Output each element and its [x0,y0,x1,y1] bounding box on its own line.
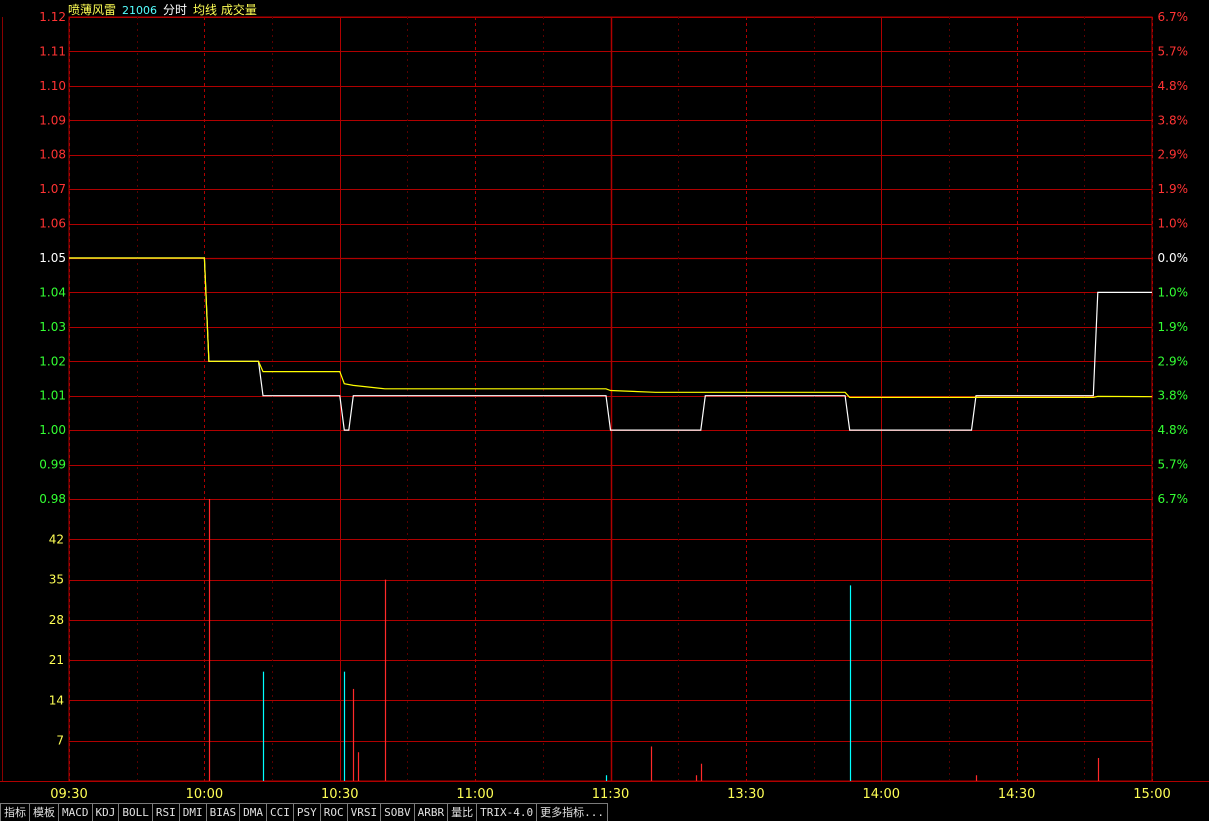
indicator-tab[interactable]: MACD [59,803,93,821]
chart-header: 喷薄风雷 21006 分时 均线 成交量 [68,1,263,18]
time-tick-label: 13:30 [727,787,764,802]
percent-tick-label: 6.7% [1158,492,1189,506]
indicator-tab[interactable]: BIAS [206,803,241,821]
percent-tick-label: 1.9% [1158,182,1189,196]
price-tick-label: 1.05 [39,251,66,265]
percent-axis: 6.7% 5.7% 4.8% 3.8% 2.9% 1.9% 1.0% 0.0% 1.0% 1.9%… [1158,10,1189,506]
percent-tick-label: 6.7% [1158,10,1189,24]
indicator-tab[interactable]: 指标 [0,803,30,821]
percent-tick-label: 1.9% [1158,320,1189,334]
price-line [69,257,1152,431]
time-tick-label: 09:30 [50,787,87,802]
indicator-tab[interactable]: ARBR [414,803,449,821]
indicator-tab-bar: 指标 模板 MACD KDJ BOLL RSI DMI BIAS DMA CCI PSY ROC VRS… [0,803,1209,821]
volume-bars [208,499,1100,781]
price-axis: 1.12 1.11 1.10 1.09 1.08 1.07 1.06 1.05 1.04 1.03… [39,10,66,506]
volume-tick-label: 28 [49,613,64,627]
indicator-tab[interactable]: PSY [293,803,321,821]
percent-tick-label: 4.8% [1158,423,1189,437]
percent-tick-label: 5.7% [1158,458,1189,472]
time-tick-label: 10:00 [186,787,223,802]
indicator-tab[interactable]: 模板 [30,803,59,821]
volume-axis: 42 35 28 21 14 7 [49,532,64,747]
percent-tick-label: 5.7% [1158,44,1189,58]
price-tick-label: 1.11 [39,44,66,58]
percent-tick-label: 2.9% [1158,354,1189,368]
indicator-tab[interactable]: CCI [267,803,294,821]
indicator-tab[interactable]: 量比 [448,803,478,821]
indicator-tab[interactable]: ROC [320,803,348,821]
indicator-tab[interactable]: TRIX-4.0 [477,803,538,821]
percent-tick-label: 3.8% [1158,113,1189,127]
time-tick-label: 10:30 [321,787,358,802]
time-tick-label: 14:00 [863,787,900,802]
volume-tick-label: 42 [49,532,64,546]
volume-tick-label: 21 [49,653,64,667]
volume-tick-label: 14 [49,693,64,707]
time-tick-label: 15:00 [1133,787,1170,802]
percent-tick-label: 0.0% [1158,251,1189,265]
price-tick-label: 1.08 [39,148,66,162]
time-tick-label: 14:30 [998,787,1035,802]
indicator-list: 均线 成交量 [193,3,257,17]
plot-frame [68,16,1153,782]
percent-tick-label: 1.0% [1158,285,1189,299]
indicator-tab[interactable]: SOBV [381,803,415,821]
intraday-chart[interactable]: 1.12 1.11 1.10 1.09 1.08 1.07 1.06 1.05 1.04 1.03… [0,0,1209,803]
indicator-tab[interactable]: BOLL [119,803,153,821]
indicator-tab[interactable]: VRSI [347,803,382,821]
percent-tick-label: 4.8% [1158,79,1189,93]
price-tick-label: 1.01 [39,389,66,403]
percent-tick-label: 1.0% [1158,217,1189,231]
volume-tick-label: 35 [49,573,64,587]
price-tick-label: 1.09 [39,113,66,127]
price-tick-label: 1.00 [39,423,66,437]
price-lines [69,257,1153,431]
stock-code: 21006 [122,4,158,17]
volume-tick-label: 7 [56,734,64,748]
indicator-tab[interactable]: DMA [240,803,267,821]
percent-tick-label: 2.9% [1158,148,1189,162]
chart-mode: 分时 [163,3,188,17]
price-tick-label: 1.12 [39,10,66,24]
indicator-tab[interactable]: DMI [179,803,207,821]
price-tick-label: 1.03 [39,320,66,334]
percent-tick-label: 3.8% [1158,389,1189,403]
time-tick-label: 11:00 [456,787,493,802]
time-tick-label: 11:30 [592,787,629,802]
price-tick-label: 1.06 [39,217,66,231]
indicator-tab[interactable]: 更多指标... [537,803,608,821]
price-tick-label: 1.07 [39,182,66,196]
chart-grid [0,16,1209,782]
price-tick-label: 0.99 [39,458,66,472]
indicator-tab[interactable]: RSI [152,803,180,821]
price-tick-label: 1.10 [39,79,66,93]
time-axis: 09:30 10:00 10:30 11:00 11:30 13:30 14:00 14:30… [50,787,1170,802]
price-tick-label: 1.04 [39,285,66,299]
indicator-tab[interactable]: KDJ [92,803,120,821]
price-tick-label: 1.02 [39,354,66,368]
stock-name: 喷薄风雷 [68,3,117,17]
price-tick-label: 0.98 [39,492,66,506]
